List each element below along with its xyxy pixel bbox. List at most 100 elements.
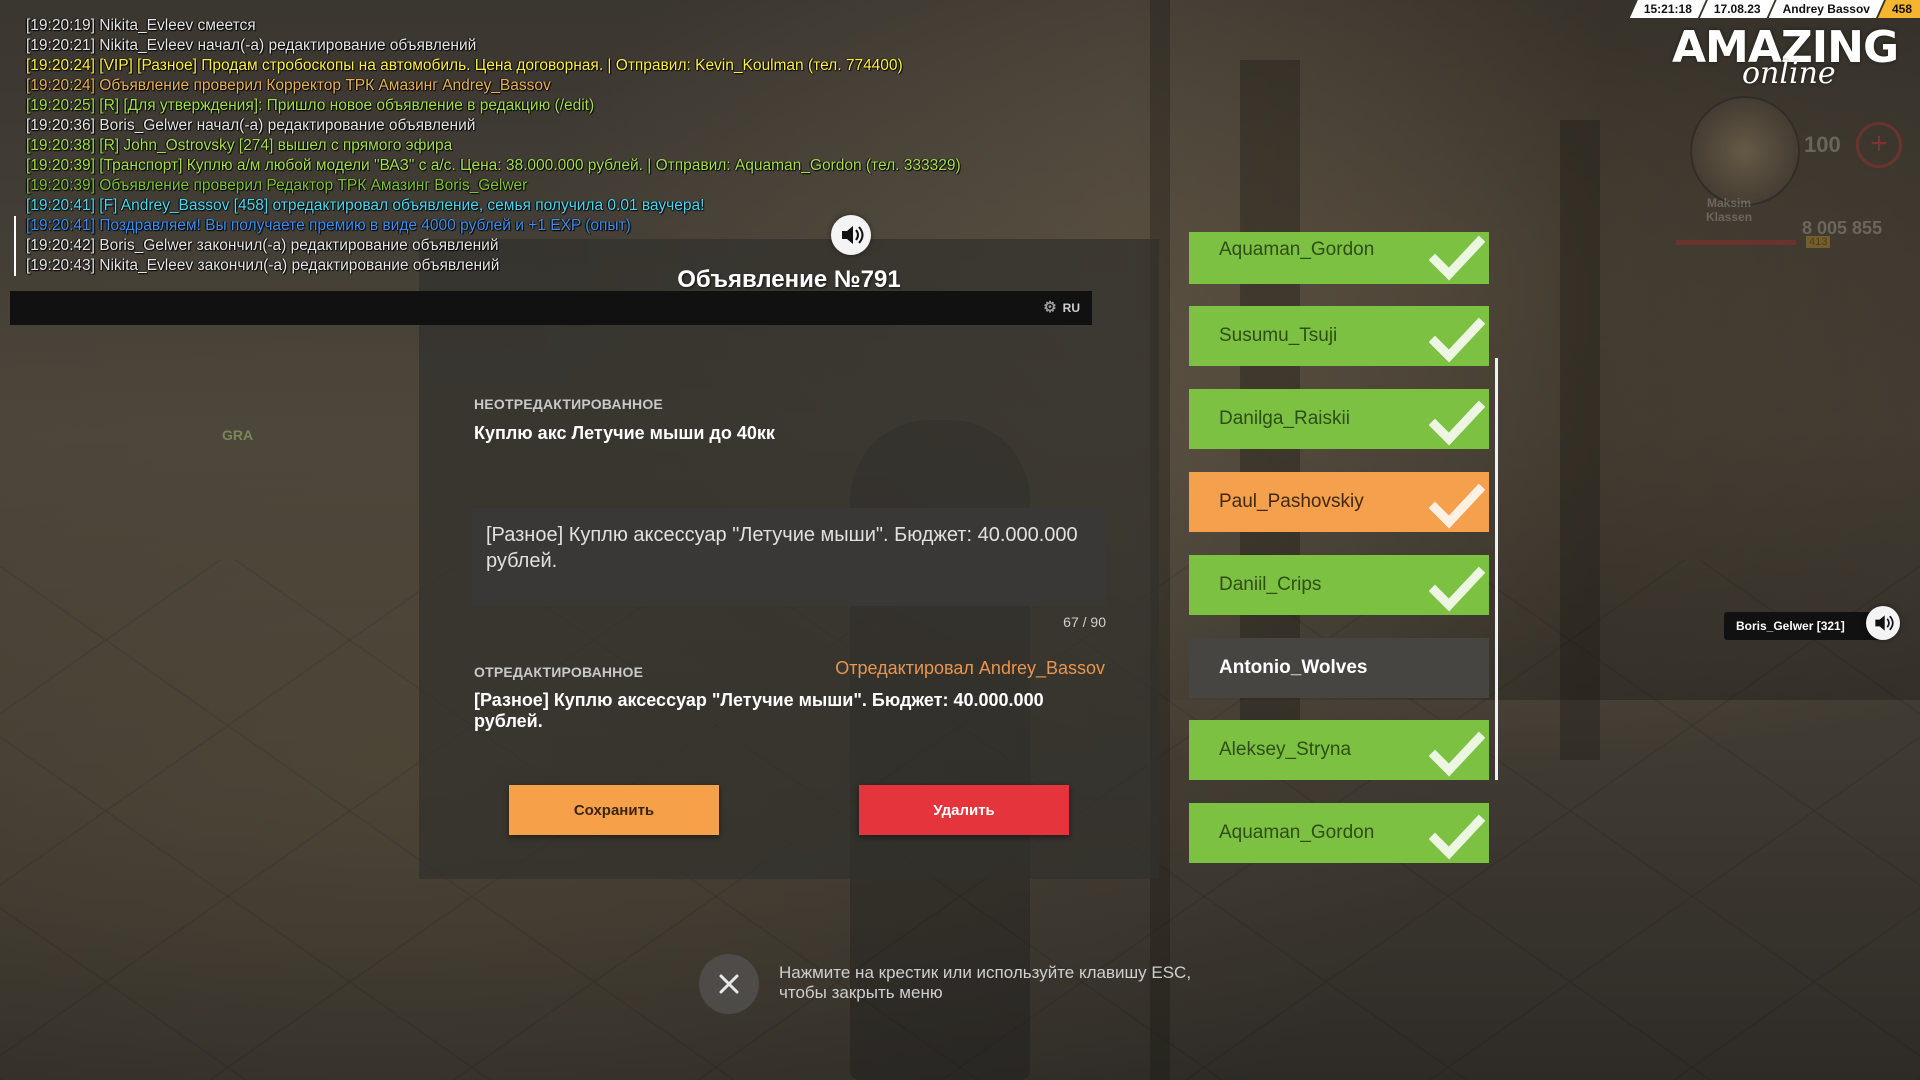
voice-speaker-tag: Boris_Gelwer [321] bbox=[1724, 612, 1881, 640]
chat-message: Boris_Gelwer начал(-а) редактирование об… bbox=[94, 117, 476, 134]
amazing-online-logo: AMAZING online bbox=[1672, 26, 1904, 92]
chat-input[interactable]: ⚙ RU bbox=[10, 291, 1092, 325]
voice-speaker-icon[interactable] bbox=[1866, 606, 1900, 640]
health-value: 100 bbox=[1804, 132, 1841, 157]
checkmark-icon bbox=[1429, 400, 1485, 446]
close-icon bbox=[719, 974, 739, 994]
editor-name: Danilga_Raiskii bbox=[1219, 408, 1350, 429]
checkmark-icon bbox=[1429, 566, 1485, 612]
language-label: RU bbox=[1062, 300, 1080, 315]
speaker-glyph bbox=[842, 226, 864, 244]
checkmark-icon bbox=[1429, 483, 1485, 529]
editor-name: Aleksey_Stryna bbox=[1219, 739, 1352, 760]
edited-ad-text: [Разное] Куплю аксессуар "Летучие мыши".… bbox=[474, 690, 1044, 731]
ad-edit-value: [Разное] Куплю аксессуар "Летучие мыши".… bbox=[486, 524, 1084, 572]
chat-line: [19:20:24] Объявление проверил Корректор… bbox=[14, 76, 1114, 96]
chat-line: [19:20:21] Nikita_Evleev начал(-а) редак… bbox=[14, 36, 1114, 56]
editor-name: Paul_Pashovskiy bbox=[1219, 491, 1364, 512]
editor-list-item[interactable]: Antonio_Wolves bbox=[1189, 638, 1489, 698]
speaker-glyph bbox=[1875, 615, 1894, 631]
minimap-player-name: Maksim Klassen bbox=[1706, 196, 1753, 224]
chat-timestamp: [19:20:41] bbox=[26, 197, 95, 214]
chat-timestamp: [19:20:24] bbox=[26, 77, 95, 94]
chat-message: Nikita_Evleev смеется bbox=[94, 17, 256, 34]
close-button[interactable] bbox=[699, 954, 759, 1014]
editor-list-item[interactable]: Aleksey_Stryna bbox=[1189, 720, 1489, 780]
editor-list-item[interactable]: Paul_Pashovskiy bbox=[1189, 472, 1489, 532]
chat-timestamp: [19:20:39] bbox=[26, 157, 95, 174]
editor-list-item[interactable]: Aquaman_Gordon bbox=[1189, 232, 1489, 284]
gear-icon[interactable]: ⚙ bbox=[1043, 300, 1056, 315]
chat-timestamp: [19:20:41] bbox=[26, 217, 95, 234]
chat-line: [19:20:41] [F] Andrey_Bassov [458] отред… bbox=[14, 196, 1114, 216]
checkmark-icon bbox=[1429, 235, 1485, 281]
chat-timestamp: [19:20:24] bbox=[26, 57, 95, 74]
hud-time: 15:21:18 bbox=[1630, 0, 1706, 18]
chat-timestamp: [19:20:38] bbox=[26, 137, 95, 154]
editor-list-item[interactable]: Danilga_Raiskii bbox=[1189, 389, 1489, 449]
chat-line: [19:20:24] [VIP] [Разное] Продам стробос… bbox=[14, 56, 1114, 76]
checkmark-icon bbox=[1429, 317, 1485, 363]
chat-timestamp: [19:20:25] bbox=[26, 97, 95, 114]
chat-timestamp: [19:20:21] bbox=[26, 37, 95, 54]
editor-name: Aquaman_Gordon bbox=[1219, 239, 1375, 260]
chat-line: [19:20:42] Boris_Gelwer закончил(-а) ред… bbox=[14, 236, 1114, 256]
list-scrollbar[interactable] bbox=[1495, 358, 1498, 780]
chat-timestamp: [19:20:43] bbox=[26, 257, 95, 274]
editor-list-item[interactable]: Susumu_Tsuji bbox=[1189, 306, 1489, 366]
dialog-title: Объявление №791 bbox=[677, 266, 901, 293]
editor-name: Susumu_Tsuji bbox=[1219, 325, 1338, 346]
chat-message: [VIP] [Разное] Продам стробоскопы на авт… bbox=[94, 57, 903, 74]
hud-date: 17.08.23 bbox=[1700, 0, 1775, 18]
chat-message: [R] [Для утверждения]: Пришло новое объя… bbox=[94, 97, 595, 114]
chat-message: [R] John_Ostrovsky [274] вышел с прямого… bbox=[94, 137, 453, 154]
hud-status-bar: 15:21:18 17.08.23 Andrey Bassov 458 bbox=[1636, 0, 1920, 18]
char-counter: 67 / 90 bbox=[1063, 614, 1106, 630]
speaker-icon[interactable] bbox=[831, 215, 871, 255]
logo-sub-text: online bbox=[1742, 56, 1836, 91]
editor-list-item[interactable]: Daniil_Crips bbox=[1189, 555, 1489, 615]
npc-tag: GRA bbox=[222, 427, 254, 443]
chat-message: [F] Andrey_Bassov [458] отредактировал о… bbox=[94, 197, 705, 214]
hud-progress-bar bbox=[1676, 240, 1796, 245]
chat-message: Объявление проверил Редактор ТРК Амазинг… bbox=[94, 177, 528, 194]
chat-timestamp: [19:20:19] bbox=[26, 17, 95, 34]
chat-line: [19:20:25] [R] [Для утверждения]: Пришло… bbox=[14, 96, 1114, 116]
save-button[interactable]: Сохранить bbox=[509, 785, 719, 835]
original-label: НЕОТРЕДАКТИРОВАННОЕ bbox=[474, 396, 663, 412]
original-ad-text: Куплю акс Летучие мыши до 40кк bbox=[474, 423, 775, 443]
chat-log: [19:20:19] Nikita_Evleev смеется [19:20:2… bbox=[14, 16, 1114, 276]
chat-line: [19:20:19] Nikita_Evleev смеется bbox=[14, 16, 1114, 36]
edited-label: ОТРЕДАКТИРОВАННОЕ bbox=[474, 664, 644, 680]
editor-name: Antonio_Wolves bbox=[1219, 657, 1368, 678]
chat-timestamp: [19:20:39] bbox=[26, 177, 95, 194]
edited-by-label: Отредактировал Andrey_Bassov bbox=[835, 658, 1105, 678]
health-plus-icon: + bbox=[1856, 122, 1902, 168]
hud-player-name: Andrey Bassov bbox=[1769, 0, 1884, 18]
editor-name: Aquaman_Gordon bbox=[1219, 822, 1375, 843]
ad-edit-textarea[interactable]: [Разное] Куплю аксессуар "Летучие мыши".… bbox=[472, 508, 1106, 606]
checkmark-icon bbox=[1429, 731, 1485, 777]
chat-timestamp: [19:20:36] bbox=[26, 117, 95, 134]
chat-line: [19:20:39] [Транспорт] Куплю а/м любой м… bbox=[14, 156, 1114, 176]
chat-message: Объявление проверил Корректор ТРК Амазин… bbox=[94, 77, 551, 94]
chat-line: [19:20:38] [R] John_Ostrovsky [274] выше… bbox=[14, 136, 1114, 156]
delete-button[interactable]: Удалить bbox=[859, 785, 1069, 835]
chat-message: Поздравляем! Вы получаете премию в виде … bbox=[94, 217, 631, 234]
minimap bbox=[1690, 96, 1800, 206]
checkmark-icon bbox=[1429, 814, 1485, 860]
chat-line: [19:20:39] Объявление проверил Редактор … bbox=[14, 176, 1114, 196]
language-indicator: ⚙ RU bbox=[1043, 300, 1080, 315]
editor-name: Daniil_Crips bbox=[1219, 574, 1322, 595]
scene-pillar bbox=[1560, 120, 1600, 760]
chat-message: Nikita_Evleev начал(-а) редактирование о… bbox=[94, 37, 477, 54]
chat-line: [19:20:41] Поздравляем! Вы получаете пре… bbox=[14, 216, 1114, 236]
chat-timestamp: [19:20:42] bbox=[26, 237, 95, 254]
hud-player-id: 458 bbox=[1877, 0, 1920, 18]
editor-list-item[interactable]: Aquaman_Gordon bbox=[1189, 803, 1489, 863]
level-chip: 413 bbox=[1806, 236, 1831, 248]
chat-message: [Транспорт] Куплю а/м любой модели "ВАЗ"… bbox=[94, 157, 961, 174]
close-hint: Нажмите на крестик или используйте клави… bbox=[779, 963, 1192, 1002]
chat-line: [19:20:36] Boris_Gelwer начал(-а) редакт… bbox=[14, 116, 1114, 136]
chat-message: Boris_Gelwer закончил(-а) редактирование… bbox=[94, 237, 499, 254]
